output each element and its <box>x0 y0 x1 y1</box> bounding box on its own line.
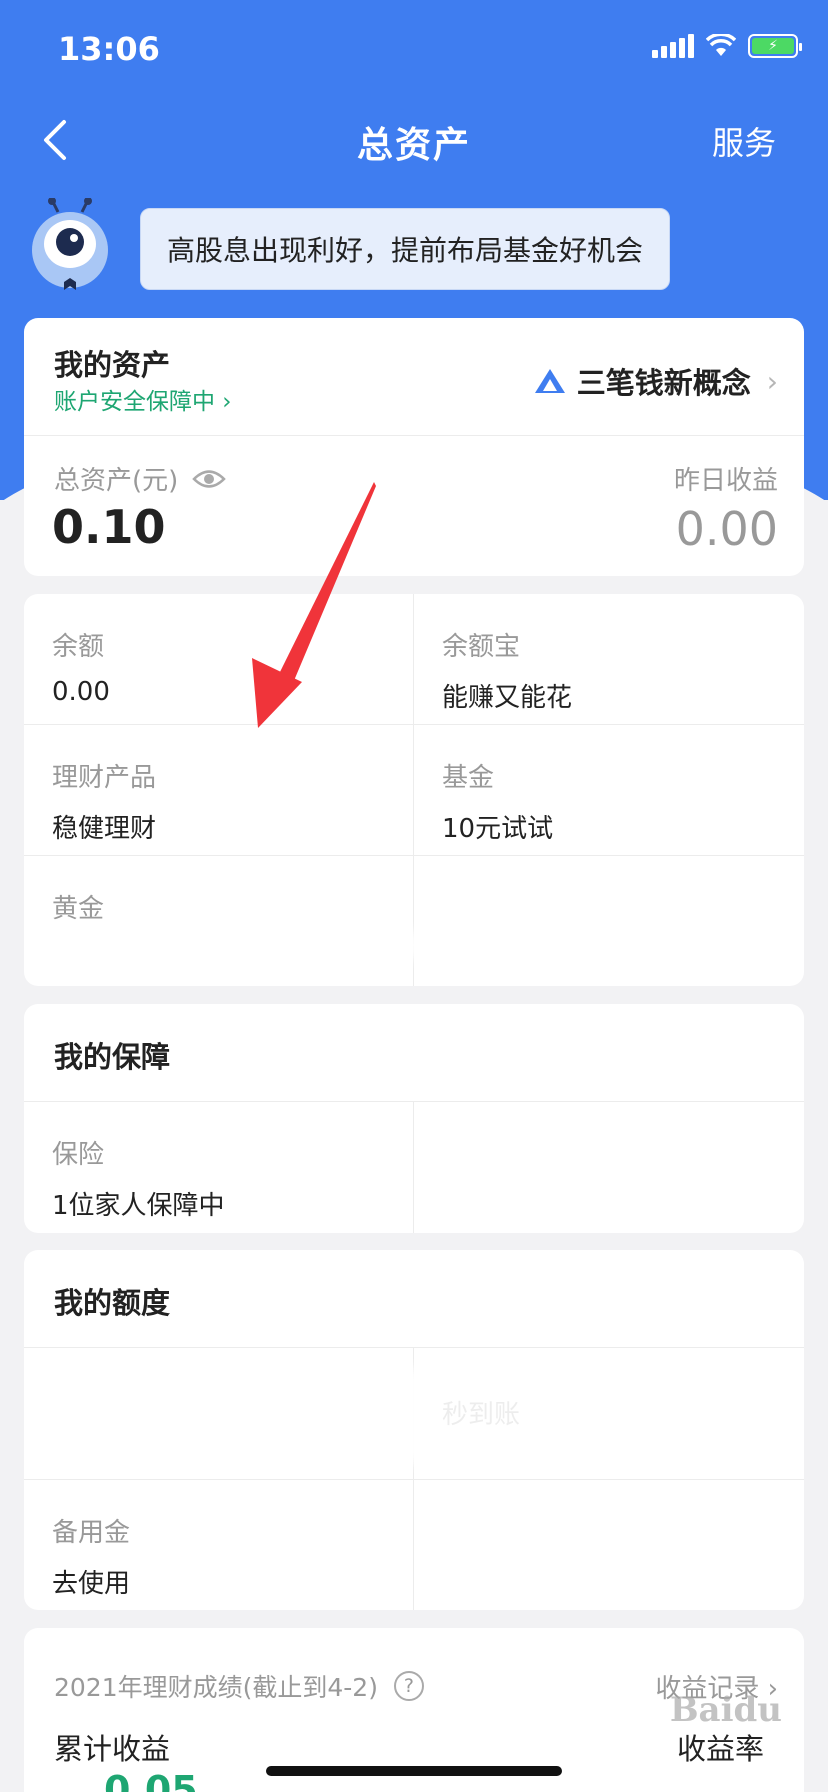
fund-cell[interactable]: 基金 10元试试 <box>414 725 804 856</box>
redaction-blur <box>24 1368 264 1468</box>
yesterday-income-value: 0.00 <box>675 502 778 556</box>
products-card: 余额 0.00 余额宝 能赚又能花 理财产品 稳健理财 基金 10元试试 黄金 <box>24 594 804 986</box>
battery-icon: ⚡ <box>748 34 802 58</box>
promo-banner[interactable]: 高股息出现利好，提前布局基金好机会 <box>28 198 808 298</box>
help-icon[interactable]: ? <box>393 1671 424 1701</box>
performance-label-text: 2021年理财成绩(截止到4-2) <box>54 1673 378 1702</box>
reserve-fund-cell[interactable]: 备用金 去使用 <box>24 1480 414 1610</box>
cell-value: 能赚又能花 <box>442 683 573 713</box>
gold-cell[interactable]: 黄金 <box>24 856 414 986</box>
cumulative-income-label: 累计收益 <box>54 1732 171 1766</box>
cumulative-income-value: 0.05 <box>104 1768 198 1792</box>
watermark: Baidu <box>669 1690 782 1730</box>
assets-header: 我的资产 账户安全保障中 › 三笔钱新概念 › <box>24 318 804 436</box>
cell-label: 黄金 <box>52 894 105 924</box>
cell-label: 备用金 <box>52 1518 131 1548</box>
status-time: 13:06 <box>58 30 160 68</box>
redaction-blur <box>24 930 134 960</box>
status-icons: ⚡ <box>652 34 802 58</box>
cell-value: 去使用 <box>52 1569 131 1599</box>
yield-rate-label: 收益率 <box>676 1732 764 1766</box>
status-bar: 13:06 ⚡ <box>0 0 828 100</box>
eye-icon[interactable] <box>192 468 227 490</box>
total-assets-value: 0.10 <box>52 500 166 554</box>
home-indicator[interactable] <box>266 1766 562 1776</box>
account-safe-link[interactable]: 账户安全保障中 › <box>54 382 232 416</box>
yesterday-income-label: 昨日收益 <box>673 466 778 496</box>
nav-bar: 总资产 服务 <box>0 100 828 180</box>
redaction-blur <box>304 930 424 960</box>
insurance-cell[interactable]: 保险 1位家人保障中 <box>24 1102 414 1233</box>
cell-value: 10元试试 <box>442 814 554 844</box>
cell-label: 理财产品 <box>52 763 157 793</box>
my-quota-card: 我的额度 秒到账 备用金 去使用 <box>24 1250 804 1610</box>
cell-label: 余额 <box>52 632 105 662</box>
page-title: 总资产 <box>356 125 471 166</box>
cell-value: 1位家人保障中 <box>52 1191 225 1221</box>
cell-label: 保险 <box>52 1140 105 1170</box>
mascot-icon <box>32 198 108 290</box>
assets-title: 我的资产 <box>54 348 171 382</box>
service-button[interactable]: 服务 <box>712 118 776 164</box>
brand-logo-icon <box>534 369 565 393</box>
cell-value: 稳健理财 <box>52 814 157 844</box>
chevron-right-icon: › <box>766 364 778 398</box>
yuebao-cell[interactable]: 余额宝 能赚又能花 <box>414 594 804 725</box>
brand-link[interactable]: 三笔钱新概念 › <box>533 360 778 402</box>
quota-title: 我的额度 <box>24 1250 804 1348</box>
protection-title: 我的保障 <box>24 1004 804 1102</box>
my-assets-card: 我的资产 账户安全保障中 › 三笔钱新概念 › 总资产(元) 0.10 昨日收益… <box>24 318 804 576</box>
signal-icon <box>652 34 694 58</box>
banner-text: 高股息出现利好，提前布局基金好机会 <box>140 208 671 290</box>
wifi-icon <box>706 34 736 56</box>
total-assets-label: 总资产(元) <box>54 460 227 497</box>
redaction-blur <box>354 1368 574 1464</box>
cell-label: 基金 <box>442 763 495 793</box>
wealth-products-cell[interactable]: 理财产品 稳健理财 <box>24 725 414 856</box>
total-assets-text: 总资产(元) <box>54 466 179 496</box>
balance-cell[interactable]: 余额 0.00 <box>24 594 414 725</box>
cell-label: 余额宝 <box>442 632 521 662</box>
cell-value: 0.00 <box>52 677 110 707</box>
my-protection-card: 我的保障 保险 1位家人保障中 <box>24 1004 804 1233</box>
brand-label: 三笔钱新概念 <box>576 366 751 400</box>
performance-label: 2021年理财成绩(截止到4-2) ? <box>54 1668 424 1704</box>
